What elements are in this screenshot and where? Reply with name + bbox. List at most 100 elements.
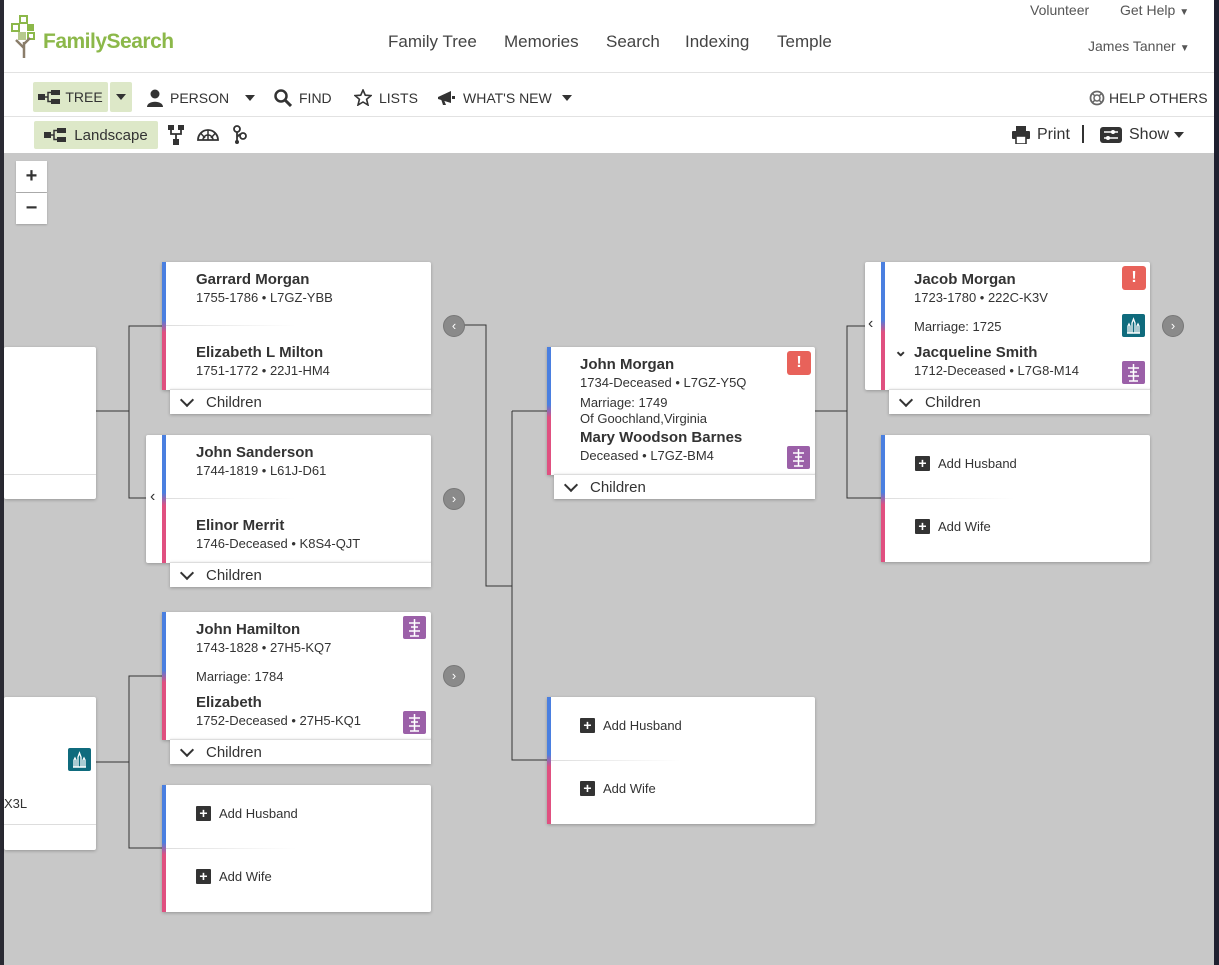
lifebuoy-icon: [1089, 90, 1105, 105]
record-hint-icon[interactable]: [1122, 361, 1145, 384]
add-wife-button[interactable]: + Add Wife: [196, 869, 272, 884]
person-name[interactable]: Elizabeth L Milton: [196, 344, 323, 361]
find-label: FIND: [299, 89, 332, 106]
couple-card-john-sanderson[interactable]: ‹ John Sanderson 1744-1819 • L61J-D61 El…: [146, 435, 431, 563]
person-menu[interactable]: PERSON: [147, 79, 256, 116]
person-name[interactable]: Garrard Morgan: [196, 271, 309, 288]
chevron-down-icon: [179, 565, 195, 581]
caret-down-icon: [561, 94, 572, 101]
gender-accent: [162, 435, 166, 563]
children-label: Children: [206, 393, 262, 411]
alert-icon[interactable]: !: [787, 351, 811, 375]
portrait-view-icon[interactable]: [167, 125, 185, 145]
familysearch-logo[interactable]: FamilySearch: [10, 14, 180, 58]
record-hint-icon[interactable]: [403, 711, 426, 734]
partial-couple-card[interactable]: [4, 347, 96, 499]
descendancy-view-icon[interactable]: [232, 125, 248, 145]
whats-new-menu[interactable]: WHAT'S NEW: [437, 79, 572, 116]
add-wife-button[interactable]: + Add Wife: [915, 519, 991, 534]
logo-wordmark: FamilySearch: [43, 30, 174, 53]
children-toggle[interactable]: Children: [170, 389, 431, 414]
person-name[interactable]: John Hamilton: [196, 621, 300, 638]
fan-view-icon[interactable]: [197, 127, 219, 141]
print-button[interactable]: Print: [1012, 117, 1070, 153]
person-name[interactable]: John Morgan: [580, 356, 674, 373]
children-toggle[interactable]: Children: [170, 739, 431, 764]
logo-tree-icon: [11, 15, 35, 58]
volunteer-link[interactable]: Volunteer: [1030, 2, 1089, 18]
add-husband-button[interactable]: + Add Husband: [915, 456, 1017, 471]
nav-temple[interactable]: Temple: [777, 32, 832, 52]
person-lifespan-id: 1723-1780 • 222C-K3V: [914, 290, 1048, 305]
add-wife-button[interactable]: + Add Wife: [580, 781, 656, 796]
user-name: James Tanner: [1088, 38, 1176, 54]
add-parents-card: + Add Husband + Add Wife: [881, 435, 1150, 562]
help-others-button[interactable]: HELP OTHERS: [1089, 79, 1208, 116]
zoom-out-button[interactable]: −: [16, 193, 47, 224]
expand-parents-button[interactable]: ›: [443, 665, 465, 687]
person-lifespan-id: 1734-Deceased • L7GZ-Y5Q: [580, 375, 747, 390]
landscape-label: Landscape: [74, 126, 148, 144]
alert-icon[interactable]: !: [1122, 266, 1146, 290]
children-toggle[interactable]: Children: [554, 474, 815, 499]
lists-button[interactable]: LISTS: [354, 79, 418, 116]
temple-icon[interactable]: [68, 748, 91, 771]
tree-button[interactable]: TREE: [33, 82, 108, 112]
show-menu[interactable]: Show: [1100, 117, 1185, 153]
nav-search[interactable]: Search: [606, 32, 660, 52]
zoom-in-button[interactable]: +: [16, 161, 47, 192]
tree-canvas[interactable]: + − X3L Garrard Morgan 1755-1786 • L7GZ-…: [4, 153, 1214, 965]
nav-memories[interactable]: Memories: [504, 32, 579, 52]
add-husband-button[interactable]: + Add Husband: [580, 718, 682, 733]
chevron-left-icon: ‹: [451, 318, 457, 333]
expand-parents-button[interactable]: ›: [443, 488, 465, 510]
marriage-date: Marriage: 1784: [196, 669, 284, 684]
couple-card-john-hamilton[interactable]: John Hamilton 1743-1828 • 27H5-KQ7 Marri…: [162, 612, 431, 740]
gender-accent: [547, 347, 551, 475]
person-name[interactable]: Jacqueline Smith: [914, 344, 1037, 361]
person-name[interactable]: Mary Woodson Barnes: [580, 429, 742, 446]
plus-icon: +: [580, 781, 595, 796]
expand-parents-button[interactable]: ‹: [443, 315, 465, 337]
get-help-menu[interactable]: Get Help ▼: [1120, 2, 1189, 18]
temple-icon[interactable]: [1122, 314, 1145, 337]
chevron-down-icon: [898, 392, 914, 408]
children-label: Children: [925, 393, 981, 411]
chevron-right-icon: ›: [451, 491, 457, 506]
add-husband-button[interactable]: + Add Husband: [196, 806, 298, 821]
children-label: Children: [206, 566, 262, 584]
chevron-down-icon[interactable]: ⌄: [894, 341, 907, 361]
person-icon: [147, 89, 163, 107]
person-lifespan-id: 1743-1828 • 27H5-KQ7: [196, 640, 332, 655]
find-button[interactable]: FIND: [274, 79, 332, 116]
add-parents-card: + Add Husband + Add Wife: [162, 785, 431, 912]
tree-dropdown-button[interactable]: [110, 82, 132, 112]
chevron-left-icon[interactable]: ‹: [150, 488, 155, 506]
partial-couple-card[interactable]: X3L: [4, 697, 96, 850]
megaphone-icon: [438, 90, 455, 105]
marriage-place: Of Goochland,Virginia: [580, 411, 707, 426]
nav-family-tree[interactable]: Family Tree: [388, 32, 477, 52]
record-hint-icon[interactable]: [403, 616, 426, 639]
whats-new-label: WHAT'S NEW: [463, 89, 552, 106]
caret-down-icon: [245, 94, 256, 101]
couple-card-garrard-morgan[interactable]: Garrard Morgan 1755-1786 • L7GZ-YBB Eliz…: [162, 262, 431, 390]
landscape-view-button[interactable]: Landscape: [34, 121, 158, 149]
expand-parents-button[interactable]: ›: [1162, 315, 1184, 337]
person-name[interactable]: Elizabeth: [196, 694, 262, 711]
user-menu[interactable]: James Tanner ▼: [1088, 38, 1190, 54]
divider: [4, 474, 96, 475]
children-toggle[interactable]: Children: [170, 562, 431, 587]
chevron-down-icon: [563, 477, 579, 493]
right-edge: [1214, 0, 1219, 965]
children-toggle[interactable]: Children: [889, 389, 1150, 414]
plus-icon: +: [196, 869, 211, 884]
record-hint-icon[interactable]: [787, 446, 810, 469]
chevron-left-icon[interactable]: ‹: [868, 315, 873, 333]
person-name[interactable]: Jacob Morgan: [914, 271, 1016, 288]
couple-card-jacob-morgan[interactable]: ‹ Jacob Morgan 1723-1780 • 222C-K3V ! Ma…: [865, 262, 1150, 390]
person-name[interactable]: John Sanderson: [196, 444, 314, 461]
person-name[interactable]: Elinor Merrit: [196, 517, 284, 534]
nav-indexing[interactable]: Indexing: [685, 32, 749, 52]
couple-card-john-morgan[interactable]: John Morgan 1734-Deceased • L7GZ-Y5Q ! M…: [547, 347, 815, 475]
